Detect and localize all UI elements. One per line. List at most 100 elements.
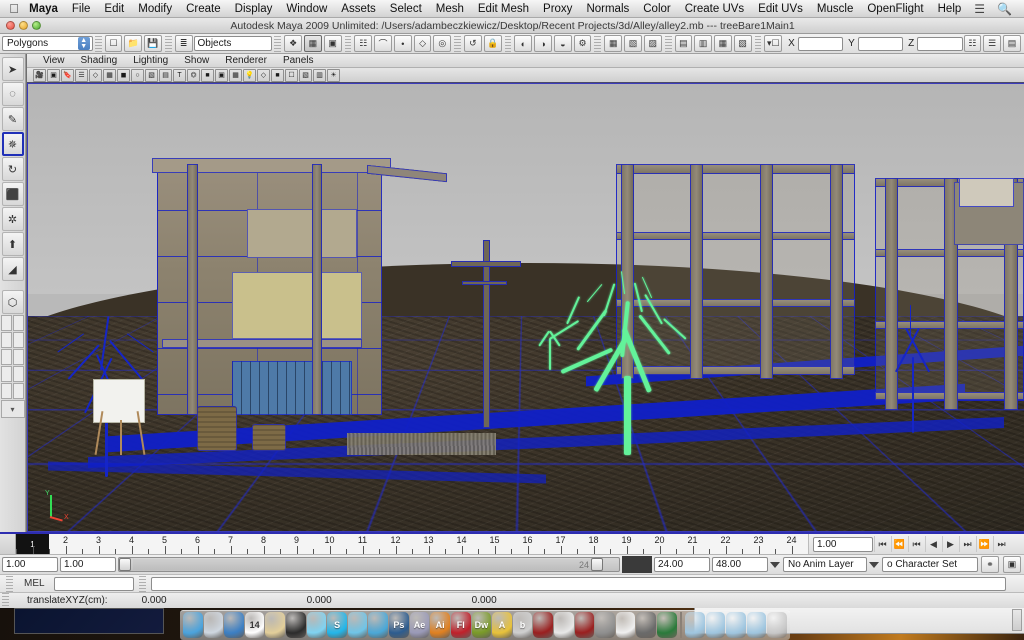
menu-normals[interactable]: Normals [579, 0, 636, 18]
move-tool[interactable]: ✵ [1, 132, 24, 156]
system-prefs-icon[interactable] [595, 612, 615, 638]
layout-two-pane-side-icon[interactable] [1, 366, 12, 382]
anim-layer-field[interactable]: No Anim Layer [783, 557, 867, 572]
soundbooth-icon[interactable]: b [512, 612, 533, 638]
step-forward-key-button[interactable]: ⏭ [959, 536, 975, 552]
open-outliner-icon[interactable]: ▤ [674, 35, 693, 52]
auto-keyframe-icon[interactable]: ⚭ [981, 556, 999, 573]
stickies-icon[interactable] [265, 612, 286, 638]
range-slider-left-handle[interactable] [119, 558, 131, 571]
layout-persp-graph-icon[interactable] [13, 332, 24, 348]
menu-muscle[interactable]: Muscle [810, 0, 860, 18]
dreamweaver-icon[interactable]: Dw [471, 612, 492, 638]
panel-menu-show[interactable]: Show [176, 55, 217, 66]
menu-help[interactable]: Help [931, 0, 969, 18]
render-lock-icon[interactable]: 🔒 [483, 35, 502, 52]
menu-create[interactable]: Create [179, 0, 228, 18]
animation-start-time-field[interactable]: 1.00 [2, 557, 58, 572]
layout-uv-texture-icon[interactable] [13, 383, 24, 399]
snap-to-grid-icon[interactable]: ☷ [354, 35, 373, 52]
documents-stack-icon[interactable] [705, 612, 726, 638]
mel-command-input[interactable] [53, 576, 134, 591]
character-set-dropdown[interactable]: o Character Set [869, 557, 978, 572]
flash-icon[interactable]: Fl [450, 612, 471, 638]
shadows-icon[interactable]: ◇ [257, 68, 270, 82]
open-script-editor-icon[interactable]: ▦ [714, 35, 732, 52]
snap-to-projected-center-icon[interactable]: ◎ [433, 35, 452, 52]
panel-menu-view[interactable]: View [35, 55, 73, 66]
image-plane-icon[interactable]: ☰ [75, 68, 88, 82]
show-manipulator-tool[interactable]: ◢ [1, 257, 24, 281]
range-slider-fill[interactable] [133, 559, 593, 570]
after-effects-icon[interactable]: Ae [409, 612, 430, 638]
maya-doc-icon[interactable] [574, 612, 595, 638]
input-menu-icon[interactable]: ☰ [968, 2, 991, 16]
exposure-icon[interactable]: ☀ [327, 68, 340, 82]
layout-single-perspective-icon[interactable] [1, 315, 12, 331]
panel-menu-shading[interactable]: Shading [73, 55, 126, 66]
translate-z-value[interactable]: 0.000 [332, 595, 497, 606]
panel-menu-panels[interactable]: Panels [275, 55, 322, 66]
attribute-editor-toggle-icon[interactable]: ☷ [963, 35, 982, 52]
go-to-start-button[interactable]: ⏮ [874, 536, 890, 552]
spotlight-search-icon[interactable]: 🔍 [991, 2, 1018, 16]
menu-create-uvs[interactable]: Create UVs [678, 0, 751, 18]
select-by-component-type-icon[interactable]: ▦ [304, 35, 322, 52]
scale-tool[interactable]: ⬛ [1, 182, 24, 206]
playback-end-time-field[interactable]: 24.00 [654, 557, 710, 572]
layout-outliner-persp-icon[interactable] [1, 332, 12, 348]
animation-end-time-field[interactable]: 48.00 [712, 557, 768, 572]
x-coordinate-field[interactable] [797, 36, 844, 51]
play-forwards-button[interactable]: ▶ [942, 536, 958, 552]
menu-mesh[interactable]: Mesh [429, 0, 471, 18]
snap-to-view-plane-icon[interactable]: ◇ [413, 35, 432, 52]
trash-icon[interactable] [767, 612, 787, 638]
menu-edit-uvs[interactable]: Edit UVs [751, 0, 810, 18]
smooth-shade-selected-icon[interactable]: ▣ [215, 68, 228, 82]
quicktime-icon[interactable] [636, 612, 657, 638]
open-node-editor-icon[interactable]: ▧ [733, 35, 752, 52]
rotate-tool[interactable]: ↻ [1, 157, 24, 181]
two-d-pan-zoom-icon[interactable]: ◇ [89, 68, 102, 82]
maya-app-icon[interactable] [533, 612, 553, 638]
menu-window[interactable]: Window [279, 0, 334, 18]
step-back-frame-button[interactable]: ⏪ [891, 536, 907, 552]
ipr-render-icon[interactable]: ◒ [553, 35, 572, 52]
hypershade-icon[interactable]: ▦ [604, 35, 623, 52]
illustrator-icon[interactable]: Ai [430, 612, 450, 638]
camera-attributes-icon[interactable]: ▣ [47, 68, 60, 82]
menu-display[interactable]: Display [228, 0, 280, 18]
grid-toggle-icon[interactable]: ▦ [103, 68, 116, 82]
menu-openflight[interactable]: OpenFlight [860, 0, 930, 18]
background-window-left[interactable] [14, 608, 164, 634]
menu-select[interactable]: Select [383, 0, 429, 18]
select-tool[interactable]: ➤ [1, 57, 24, 81]
play-backwards-button[interactable]: ◀ [925, 536, 941, 552]
ichat-icon[interactable] [368, 612, 389, 638]
range-slider-tail[interactable] [622, 556, 652, 573]
z-coordinate-field[interactable] [917, 36, 963, 51]
layout-menu-toggle-icon[interactable]: ▾ [0, 400, 25, 418]
batch-render-icon[interactable]: ▨ [643, 35, 662, 52]
apple-icon[interactable]:  [6, 1, 22, 16]
safe-action-icon[interactable]: T [173, 68, 186, 82]
lasso-select-tool[interactable]: ◌ [1, 82, 24, 106]
character-set-field[interactable]: o Character Set [882, 557, 978, 572]
isolate-select-icon[interactable]: ☐ [285, 68, 298, 82]
render-settings-icon[interactable]: ⚙ [573, 35, 592, 52]
render-view-icon[interactable]: ◐ [514, 35, 533, 52]
snap-to-point-icon[interactable]: • [393, 35, 412, 52]
translate-y-value[interactable]: 0.000 [167, 595, 332, 606]
open-graph-editor-icon[interactable]: ▥ [694, 35, 712, 52]
wireframe-icon[interactable]: ⏣ [187, 68, 200, 82]
command-line-splitter[interactable] [138, 575, 146, 592]
layout-two-pane-stacked-icon[interactable] [13, 366, 24, 382]
textedit-icon[interactable] [615, 612, 636, 638]
construction-history-icon[interactable]: ↺ [464, 35, 482, 52]
itunes-icon[interactable] [306, 612, 327, 638]
menu-proxy[interactable]: Proxy [536, 0, 579, 18]
perspective-viewport[interactable]: Y X [27, 83, 1024, 532]
channel-box-toggle-icon[interactable]: ▤ [1003, 35, 1021, 52]
photoshop-icon[interactable]: Ps [389, 612, 409, 638]
ical-icon[interactable]: 14 [244, 612, 265, 638]
